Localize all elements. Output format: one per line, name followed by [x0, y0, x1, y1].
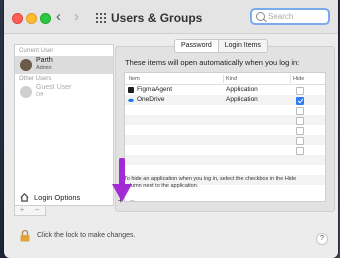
hide-checkbox: [296, 137, 304, 145]
column-divider: [290, 75, 291, 83]
hide-checkbox: [296, 147, 304, 155]
table-row-empty: [125, 135, 325, 145]
back-button[interactable]: ‹: [56, 9, 61, 24]
tab-login-items[interactable]: Login Items: [217, 40, 267, 52]
system-preferences-window: ‹ › Users & Groups Current User Parth Ad…: [4, 0, 338, 258]
column-divider: [223, 75, 224, 83]
table-row-empty: [125, 115, 325, 125]
table-row-empty: [125, 165, 325, 175]
hint-line-2: column next to the application.: [124, 183, 199, 189]
table-row-empty: [125, 105, 325, 115]
item-name: OneDrive: [137, 96, 165, 103]
sidebar-add-remove: + –: [14, 205, 46, 216]
user-role: Off: [36, 92, 44, 98]
add-user-button[interactable]: +: [15, 205, 29, 214]
search-icon: [256, 12, 265, 21]
login-options-label: Login Options: [34, 193, 81, 202]
tab-bar: Password Login Items: [174, 39, 268, 53]
figma-agent-icon: [128, 87, 134, 93]
column-header-kind[interactable]: Kind: [226, 76, 237, 82]
user-role: Admin: [36, 65, 52, 71]
table-row[interactable]: FigmaAgent Application: [125, 85, 325, 95]
current-user-section-label: Current User: [19, 48, 54, 54]
users-sidebar: Current User Parth Admin Other Users Gue…: [14, 44, 114, 206]
hide-checkbox[interactable]: [296, 87, 304, 95]
lock-message: Click the lock to make changes.: [37, 232, 136, 239]
avatar: [20, 86, 32, 98]
column-header-hide[interactable]: Hide: [293, 76, 304, 82]
column-header-item[interactable]: Item: [129, 76, 140, 82]
title-bar: ‹ › Users & Groups: [4, 0, 338, 34]
table-row-empty: [125, 125, 325, 135]
search-input[interactable]: [268, 10, 326, 23]
hide-checkbox[interactable]: [296, 97, 304, 105]
hide-hint-text: To hide an application when you log in, …: [124, 176, 329, 190]
remove-user-button[interactable]: –: [30, 205, 44, 214]
login-options-item[interactable]: Login Options: [15, 191, 113, 205]
annotation-arrow-icon: [112, 158, 132, 202]
table-row-empty: [125, 145, 325, 155]
hide-checkbox: [296, 107, 304, 115]
show-all-grid-icon[interactable]: [96, 13, 106, 23]
forward-button[interactable]: ›: [74, 9, 79, 24]
table-row-empty: [125, 155, 325, 165]
lock-icon[interactable]: [20, 229, 30, 242]
house-icon: [20, 193, 29, 202]
hint-line-1: To hide an application when you log in, …: [124, 176, 297, 182]
hide-checkbox: [296, 117, 304, 125]
user-row-guest[interactable]: Guest User Off: [15, 83, 113, 101]
help-button[interactable]: ?: [316, 233, 328, 245]
item-name: FigmaAgent: [137, 86, 173, 93]
onedrive-icon: [128, 98, 134, 103]
item-kind: Application: [226, 96, 258, 103]
search-field[interactable]: [250, 8, 330, 25]
close-window-button[interactable]: [12, 13, 23, 24]
hide-checkbox: [296, 127, 304, 135]
table-row[interactable]: OneDrive Application: [125, 95, 325, 105]
user-name: Guest User: [36, 84, 72, 91]
minimize-window-button[interactable]: [26, 13, 37, 24]
window-title: Users & Groups: [111, 11, 203, 25]
other-users-section-label: Other Users: [19, 76, 52, 82]
user-row-parth[interactable]: Parth Admin: [15, 56, 113, 74]
zoom-window-button[interactable]: [40, 13, 51, 24]
item-kind: Application: [226, 86, 258, 93]
panel-intro-text: These items will open automatically when…: [125, 58, 300, 67]
avatar: [20, 59, 32, 71]
user-name: Parth: [36, 57, 53, 64]
tab-password[interactable]: Password: [175, 40, 218, 52]
